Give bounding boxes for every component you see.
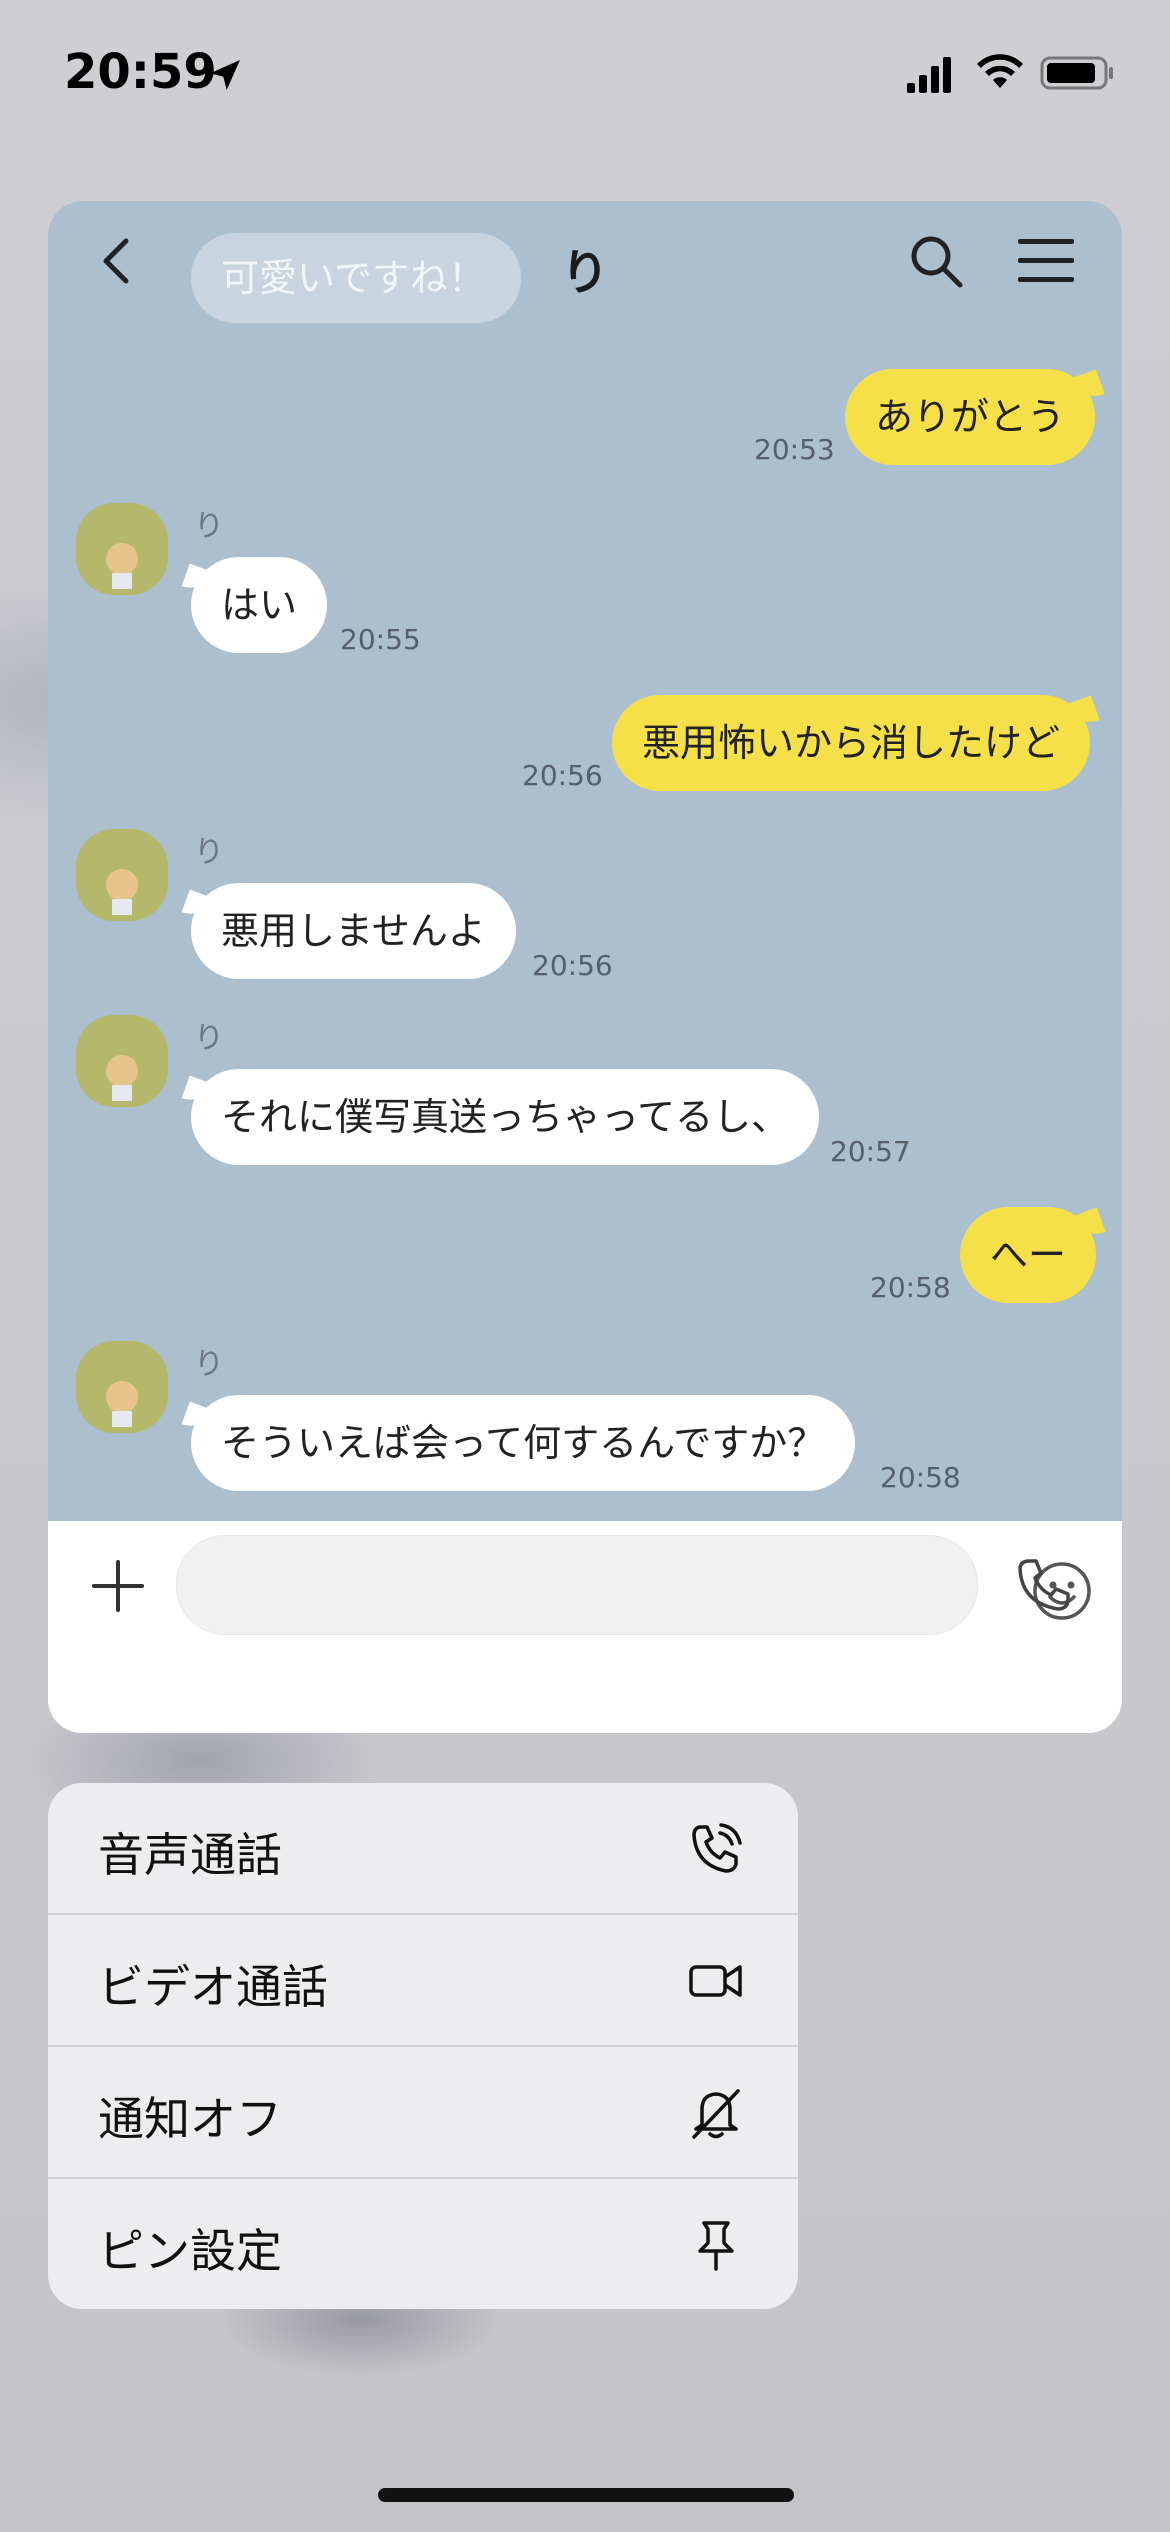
avatar-image (106, 869, 138, 915)
incoming-message[interactable]: そういえば会って何するんですか？ (191, 1395, 856, 1491)
sender-name: り (194, 1347, 224, 1382)
video-icon (689, 1965, 742, 1997)
sender-name: り (194, 509, 224, 544)
search-icon[interactable] (906, 231, 966, 291)
phone-icon[interactable] (1016, 1557, 1072, 1613)
menu-item-label: 音声通話 (98, 1828, 282, 1882)
avatar-image (106, 1381, 138, 1427)
message-time: 20:56 (532, 949, 613, 982)
menu-item-voice-call[interactable]: 音声通話 (48, 1783, 798, 1914)
home-indicator[interactable] (378, 2488, 794, 2502)
message-time: 20:58 (870, 1271, 951, 1304)
message-time: 20:55 (340, 623, 421, 656)
cellular-signal-icon (907, 57, 951, 93)
input-bar (48, 1521, 1122, 1733)
avatar[interactable] (76, 829, 168, 921)
message-input[interactable] (176, 1535, 1091, 1635)
wifi-icon (977, 54, 1023, 88)
outgoing-message[interactable]: へー (960, 1207, 1097, 1303)
menu-item-label: ビデオ通話 (98, 1960, 328, 2014)
menu-item-pin[interactable]: ピン設定 (48, 2179, 798, 2309)
bell-off-icon (692, 2089, 740, 2139)
avatar[interactable] (76, 1015, 168, 1107)
avatar-image (106, 543, 138, 589)
message-time: 20:57 (830, 1135, 911, 1168)
sender-name: り (194, 835, 224, 870)
incoming-message[interactable]: 悪用しませんよ (191, 883, 516, 979)
incoming-message[interactable]: はい (191, 557, 328, 653)
chat-area[interactable]: 可愛いですね！ り 20:53 ありがとう り はい 20:55 20:56 悪… (48, 201, 1122, 1521)
chat-preview-card[interactable]: 可愛いですね！ り 20:53 ありがとう り はい 20:55 20:56 悪… (48, 201, 1122, 1733)
menu-item-label: ピン設定 (98, 2224, 282, 2278)
location-arrow-icon (210, 60, 240, 90)
menu-item-mute[interactable]: 通知オフ (48, 2047, 798, 2178)
message-time: 20:56 (522, 759, 603, 792)
status-time: 20:59 (64, 44, 217, 100)
chat-header: り (48, 201, 1122, 321)
context-menu: 音声通話 ビデオ通話 通知オフ ピン設定 (48, 1783, 798, 2309)
menu-item-label: 通知オフ (98, 2092, 282, 2146)
sender-name: り (194, 1021, 224, 1056)
hamburger-menu-icon[interactable] (1014, 233, 1078, 289)
status-bar: 20:59 (0, 0, 1170, 140)
incoming-message[interactable]: それに僕写真送っちゃってるし、 (191, 1069, 820, 1165)
pin-icon (698, 2221, 734, 2271)
avatar-image (106, 1055, 138, 1101)
phone-call-icon (692, 1823, 742, 1873)
plus-icon[interactable] (88, 1556, 148, 1616)
avatar[interactable] (76, 1341, 168, 1433)
message-time: 20:53 (754, 433, 835, 466)
message-time: 20:58 (880, 1461, 961, 1494)
battery-icon (1040, 56, 1113, 90)
outgoing-message[interactable]: ありがとう (845, 369, 1096, 465)
avatar[interactable] (76, 503, 168, 595)
outgoing-message[interactable]: 悪用怖いから消したけど (612, 695, 1091, 791)
menu-item-video-call[interactable]: ビデオ通話 (48, 1915, 798, 2046)
